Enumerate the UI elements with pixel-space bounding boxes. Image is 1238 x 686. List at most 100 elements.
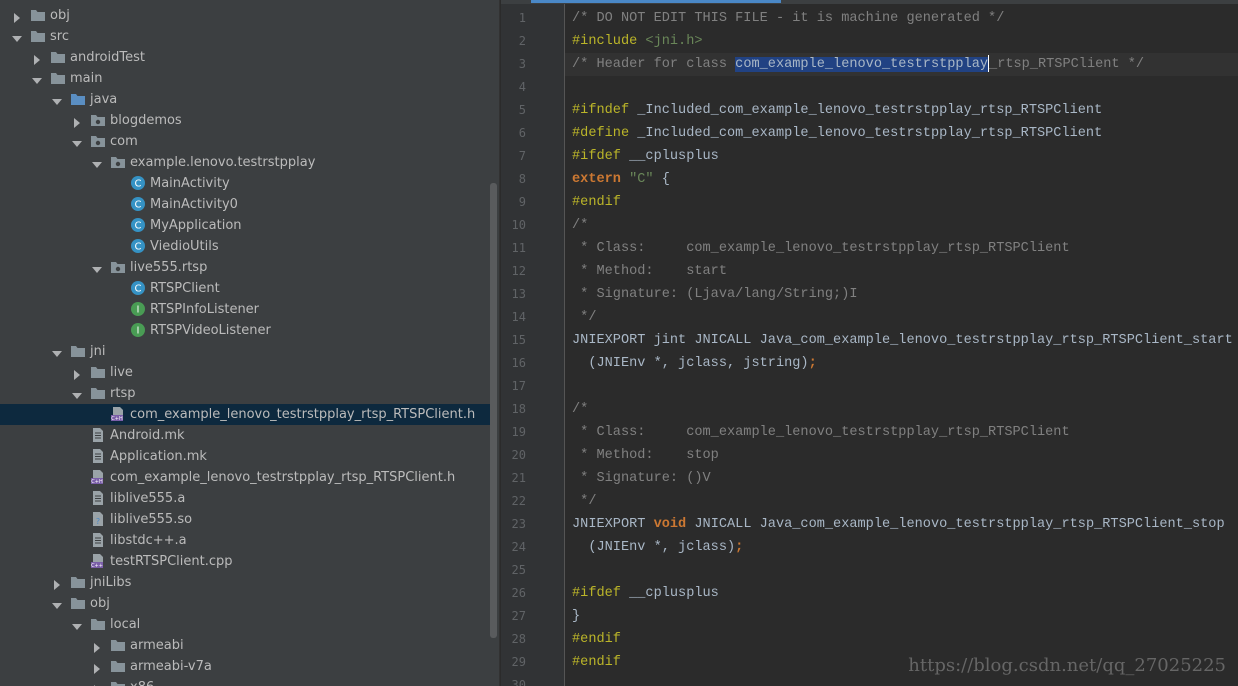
tree-row[interactable]: rtsp (0, 383, 490, 404)
tree-row[interactable]: blogdemos (0, 110, 490, 131)
tree-label: RTSPClient (150, 281, 220, 296)
tree-row[interactable]: jniLibs (0, 572, 490, 593)
chevron-down-icon[interactable] (52, 345, 62, 357)
code-line[interactable]: #endif (572, 628, 621, 651)
chevron-down-icon[interactable] (52, 597, 62, 609)
chevron-down-icon[interactable] (32, 72, 42, 84)
token-keyword: extern (572, 172, 630, 187)
token-plain: } (572, 609, 581, 624)
code-line[interactable]: /* (572, 214, 588, 237)
tree-row[interactable]: ? liblive555.so (0, 509, 490, 530)
tree-row[interactable]: liblive555.a (0, 488, 490, 509)
tree-row[interactable]: jni (0, 341, 490, 362)
tree-row[interactable]: x86 (0, 677, 490, 686)
chevron-right-icon[interactable] (72, 366, 82, 380)
chevron-down-icon[interactable] (72, 618, 82, 630)
chevron-right-icon[interactable] (32, 51, 42, 65)
code-line[interactable]: JNIEXPORT void JNICALL Java_com_example_… (572, 513, 1225, 536)
token-macro: #ifndef (572, 103, 638, 118)
code-line[interactable]: /* DO NOT EDIT THIS FILE - it is machine… (572, 7, 1004, 30)
tree-row[interactable]: libstdc++.a (0, 530, 490, 551)
chevron-right-icon[interactable] (92, 660, 102, 674)
tree-row[interactable]: live555.rtsp (0, 257, 490, 278)
code-line[interactable]: * Class: com_example_lenovo_testrstpplay… (572, 237, 1069, 260)
code-line[interactable]: #define _Included_com_example_lenovo_tes… (572, 122, 1102, 145)
token-comment: * Method: stop (572, 448, 719, 463)
code-line[interactable]: (JNIEnv *, jclass, jstring); (572, 352, 816, 375)
code-line[interactable]: * Signature: (Ljava/lang/String;)I (572, 283, 857, 306)
code-line[interactable]: #ifdef __cplusplus (572, 145, 719, 168)
tree-row[interactable]: C++ testRTSPClient.cpp (0, 551, 490, 572)
code-line[interactable]: (JNIEnv *, jclass); (572, 536, 743, 559)
code-line[interactable]: #endif (572, 191, 621, 214)
text-file-icon (90, 532, 106, 548)
tree-row[interactable]: obj (0, 5, 490, 26)
tree-label: example.lenovo.testrstpplay (130, 155, 316, 170)
code-editor[interactable]: 1 2 3 4 5 6 7 8 9 10 11 12 13 14 15 16 17 18 19 20 21 22 23 24 2… (501, 0, 1238, 686)
tree-row[interactable]: C MyApplication (0, 215, 490, 236)
tree-label: Application.mk (110, 449, 207, 464)
tree-row[interactable]: C+H com_example_lenovo_testrstpplay_rtsp_… (0, 467, 490, 488)
code-line[interactable]: * Method: stop (572, 444, 719, 467)
tree-row[interactable]: C ViedioUtils (0, 236, 490, 257)
code-line[interactable]: /* Header for class com_example_lenovo_t… (572, 53, 1144, 76)
code-line[interactable]: /* (572, 398, 588, 421)
chevron-down-icon[interactable] (52, 93, 62, 105)
chevron-right-icon[interactable] (92, 639, 102, 653)
chevron-down-icon[interactable] (72, 135, 82, 147)
tree-row[interactable]: C MainActivity (0, 173, 490, 194)
chevron-right-icon[interactable] (12, 9, 22, 23)
tree-label: jni (90, 344, 106, 359)
code-line[interactable]: * Class: com_example_lenovo_testrstpplay… (572, 421, 1069, 444)
code-line[interactable]: } (572, 605, 580, 628)
svg-text:C: C (135, 284, 142, 295)
tree-row[interactable]: main (0, 68, 490, 89)
tree-row[interactable]: androidTest (0, 47, 490, 68)
tree-row[interactable]: example.lenovo.testrstpplay (0, 152, 490, 173)
chevron-down-icon[interactable] (92, 156, 102, 168)
tree-row[interactable]: local (0, 614, 490, 635)
tree-row[interactable]: C MainActivity0 (0, 194, 490, 215)
code-line[interactable]: * Method: start (572, 260, 727, 283)
folder-icon (50, 49, 66, 65)
tree-row[interactable]: Application.mk (0, 446, 490, 467)
chevron-right-icon[interactable] (72, 114, 82, 128)
token-plain: (JNIEnv *, jclass, jstring) (572, 356, 809, 371)
tree-row[interactable]: obj (0, 593, 490, 614)
token-comment: /* (572, 402, 589, 417)
code-line[interactable]: */ (572, 490, 596, 513)
tree-row[interactable]: C+H com_example_lenovo_testrstpplay_rtsp_… (0, 404, 490, 425)
chevron-down-icon[interactable] (12, 30, 22, 42)
tree-row[interactable]: I RTSPVideoListener (0, 320, 490, 341)
tree-label: java (90, 92, 118, 107)
tree-row[interactable]: com (0, 131, 490, 152)
tree-row[interactable]: src (0, 26, 490, 47)
tree-label: com_example_lenovo_testrstpplay_rtsp_RTS… (130, 407, 476, 422)
tree-row[interactable]: I RTSPInfoListener (0, 299, 490, 320)
code-line[interactable]: #endif (572, 651, 621, 674)
tree-row[interactable]: Android.mk (0, 425, 490, 446)
code-line[interactable]: * Signature: ()V (572, 467, 711, 490)
chevron-down-icon[interactable] (72, 387, 82, 399)
token-macro: #endif (572, 655, 621, 670)
line-number: 1 (518, 11, 526, 25)
code-line[interactable]: #include <jni.h> (572, 30, 703, 53)
chevron-down-icon[interactable] (92, 261, 102, 273)
chevron-right-icon[interactable] (52, 576, 62, 590)
token-keyword: ; (735, 540, 744, 555)
code-line[interactable]: */ (572, 306, 596, 329)
tree-row[interactable]: live (0, 362, 490, 383)
tree-row[interactable]: java (0, 89, 490, 110)
code-line[interactable]: #ifdef __cplusplus (572, 582, 719, 605)
tree-row[interactable]: armeabi-v7a (0, 656, 490, 677)
vertical-scrollbar[interactable] (490, 183, 497, 638)
editor-tab-strip[interactable] (501, 0, 1238, 4)
tree-row[interactable]: armeabi (0, 635, 490, 656)
package-icon (110, 259, 126, 275)
code-line[interactable]: extern "C" { (572, 168, 670, 191)
chevron-right-icon[interactable] (92, 681, 102, 686)
code-line[interactable]: #ifndef _Included_com_example_lenovo_tes… (572, 99, 1102, 122)
token-macro: #endif (572, 632, 621, 647)
tree-row[interactable]: C RTSPClient (0, 278, 490, 299)
code-line[interactable]: JNIEXPORT jint JNICALL Java_com_example_… (572, 329, 1233, 352)
